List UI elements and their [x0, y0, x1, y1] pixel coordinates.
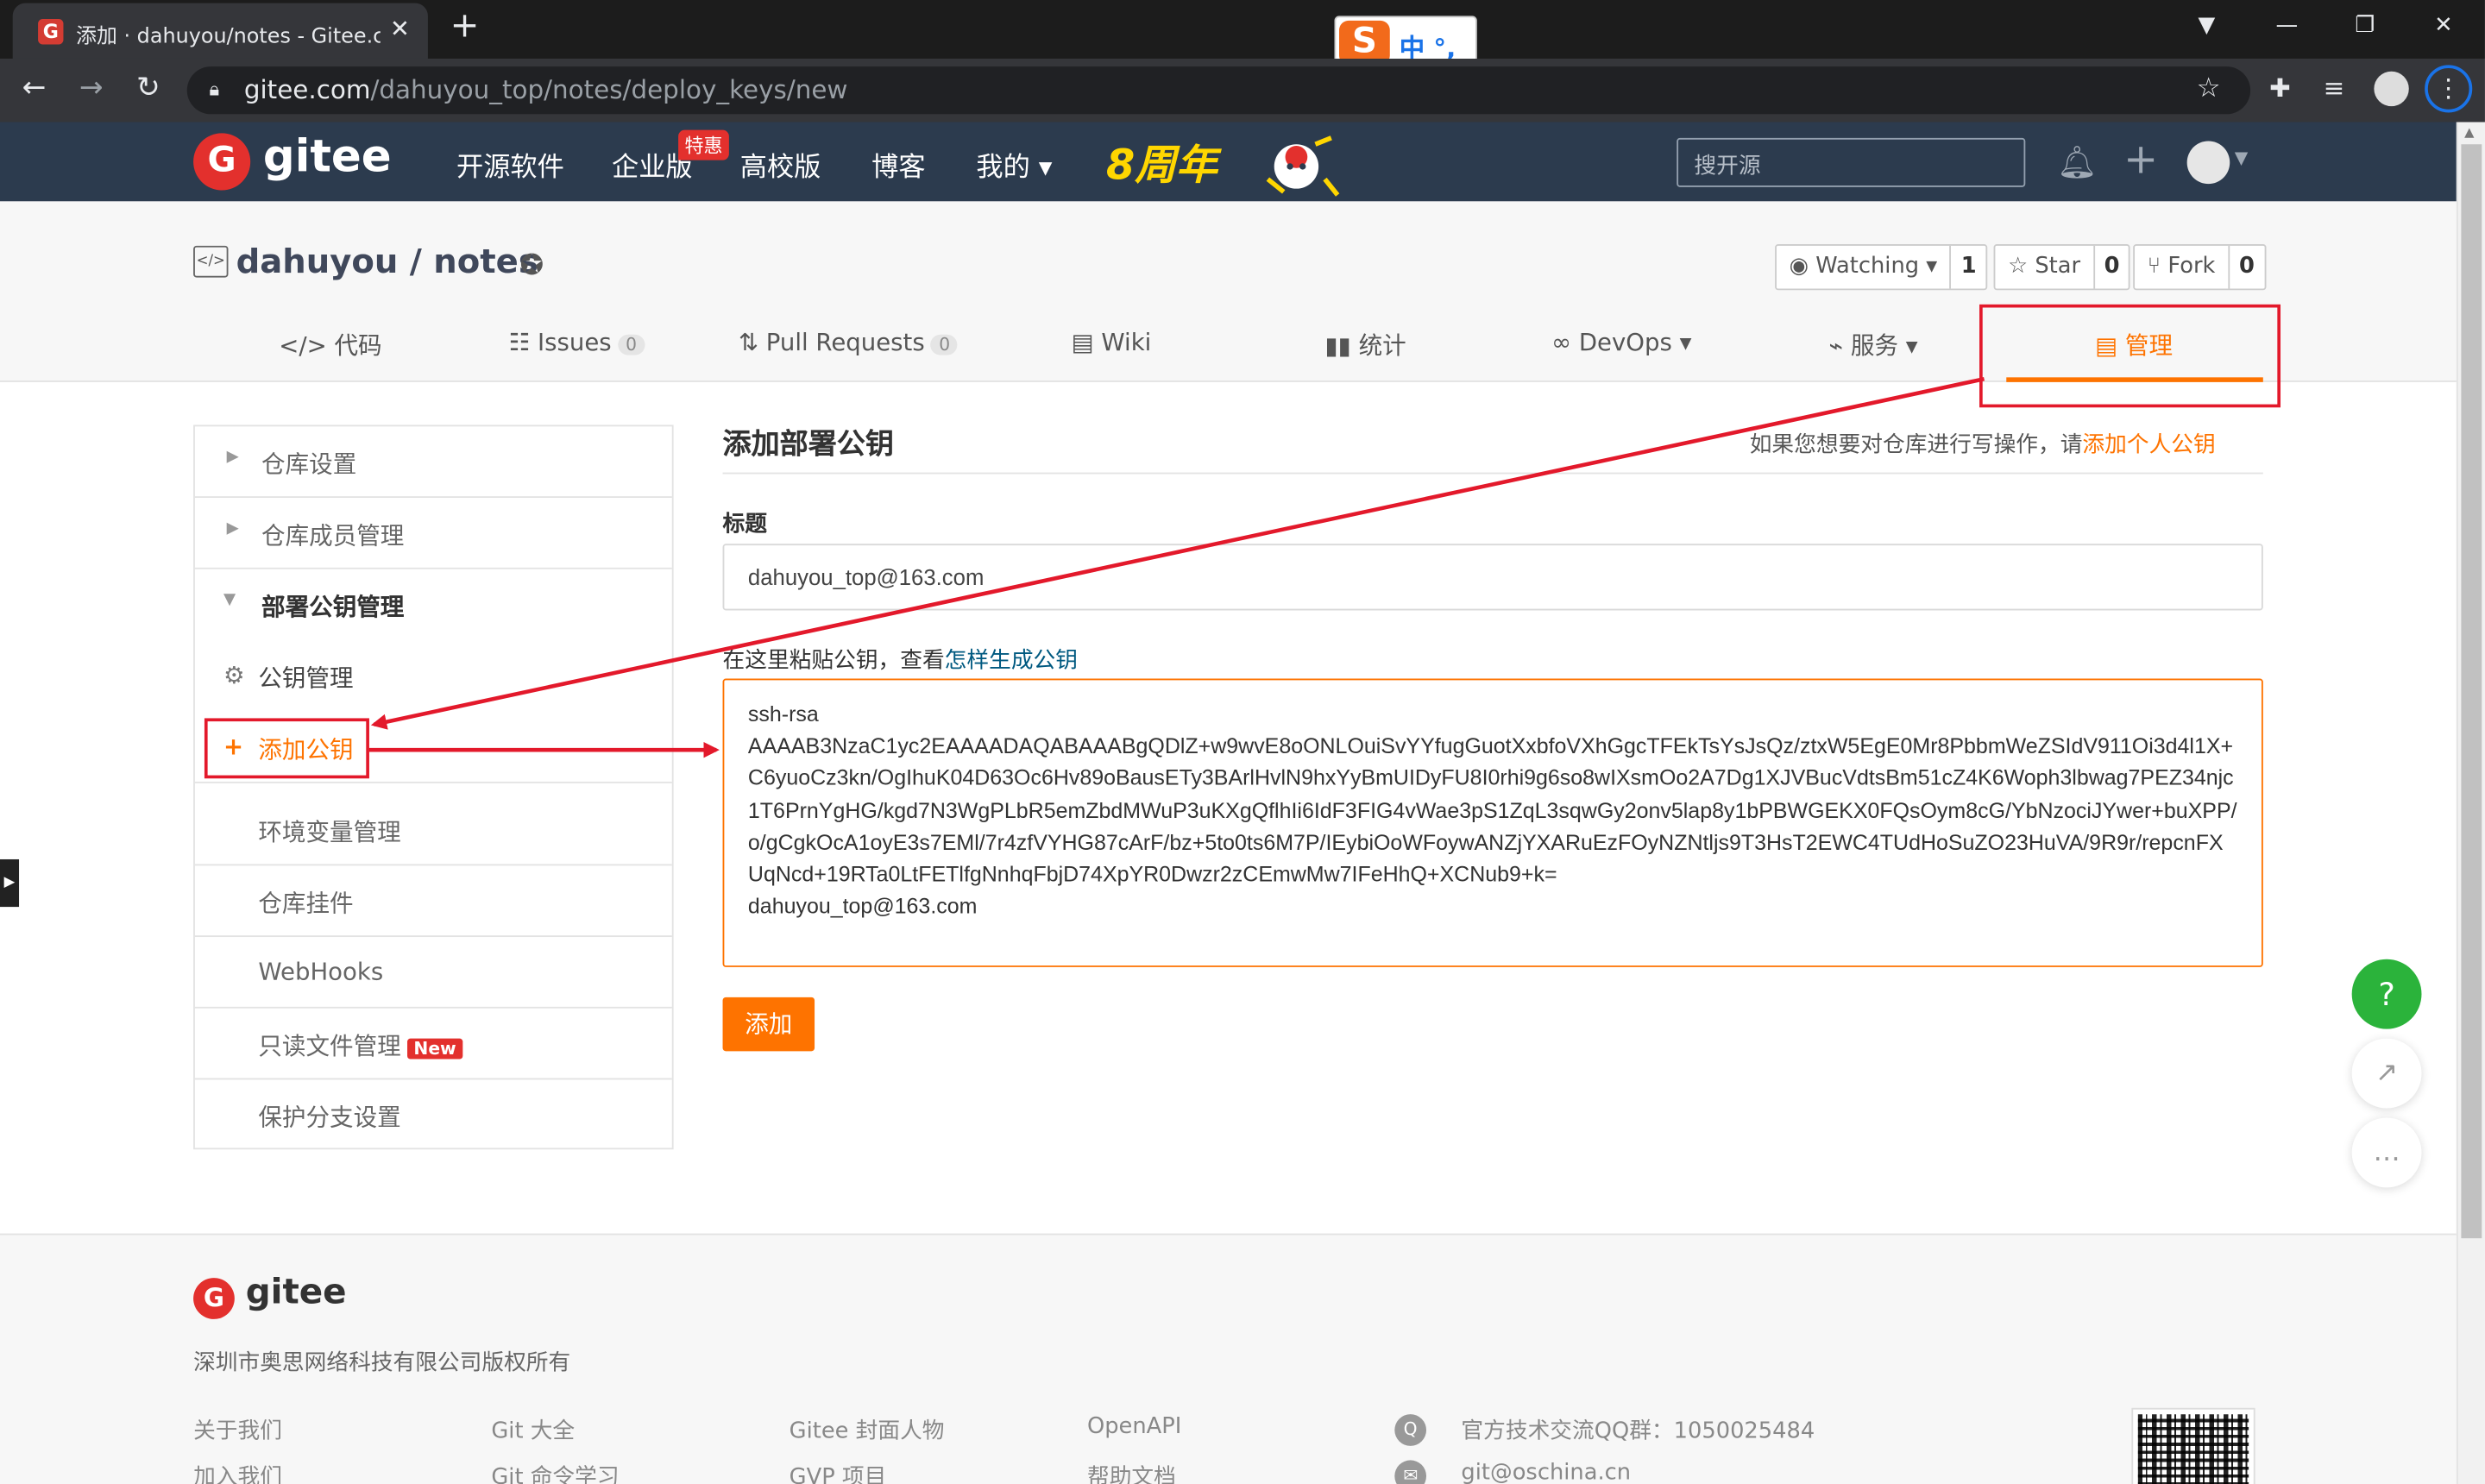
side-panel-toggle-icon[interactable]: ▶	[0, 858, 20, 908]
email-icon: ✉	[1394, 1460, 1427, 1484]
chat-icon[interactable]: …	[2351, 1117, 2422, 1188]
footer-qq-group: 官方技术交流QQ群：1050025484	[1461, 1418, 1815, 1445]
footer-wordmark: gitee	[245, 1273, 347, 1313]
qq-icon: Q	[1394, 1414, 1427, 1446]
footer-link-git-learn[interactable]: Git 命令学习	[491, 1460, 619, 1484]
footer-copyright: 深圳市奥思网络科技有限公司版权所有	[193, 1350, 571, 1377]
footer-link-cover-people[interactable]: Gitee 封面人物	[790, 1414, 945, 1446]
help-button[interactable]: ?	[2351, 959, 2422, 1029]
footer-link-help[interactable]: 帮助文档	[1087, 1460, 1176, 1484]
page-scrollbar[interactable]: ▲	[2456, 122, 2485, 1484]
footer-gitee-logo-icon: G	[193, 1278, 235, 1319]
footer-link-join[interactable]: 加入我们	[193, 1460, 282, 1484]
scrollbar-thumb[interactable]	[2461, 144, 2482, 1239]
footer-email[interactable]: git@oschina.cn	[1461, 1460, 1631, 1484]
footer-link-openapi[interactable]: OpenAPI	[1087, 1414, 1181, 1439]
footer-link-gvp[interactable]: GVP 项目	[790, 1460, 887, 1484]
arrow-manage-to-add-key	[370, 376, 1985, 730]
share-icon[interactable]: ↗	[2351, 1038, 2422, 1109]
scroll-up-icon[interactable]: ▲	[2464, 125, 2474, 140]
footer-link-git-wiki[interactable]: Git 大全	[491, 1414, 575, 1446]
site-footer: G gitee 深圳市奥思网络科技有限公司版权所有 关于我们 加入我们 Git …	[0, 1233, 2457, 1484]
footer-link-about[interactable]: 关于我们	[193, 1414, 282, 1446]
qr-code-image	[2131, 1407, 2255, 1484]
